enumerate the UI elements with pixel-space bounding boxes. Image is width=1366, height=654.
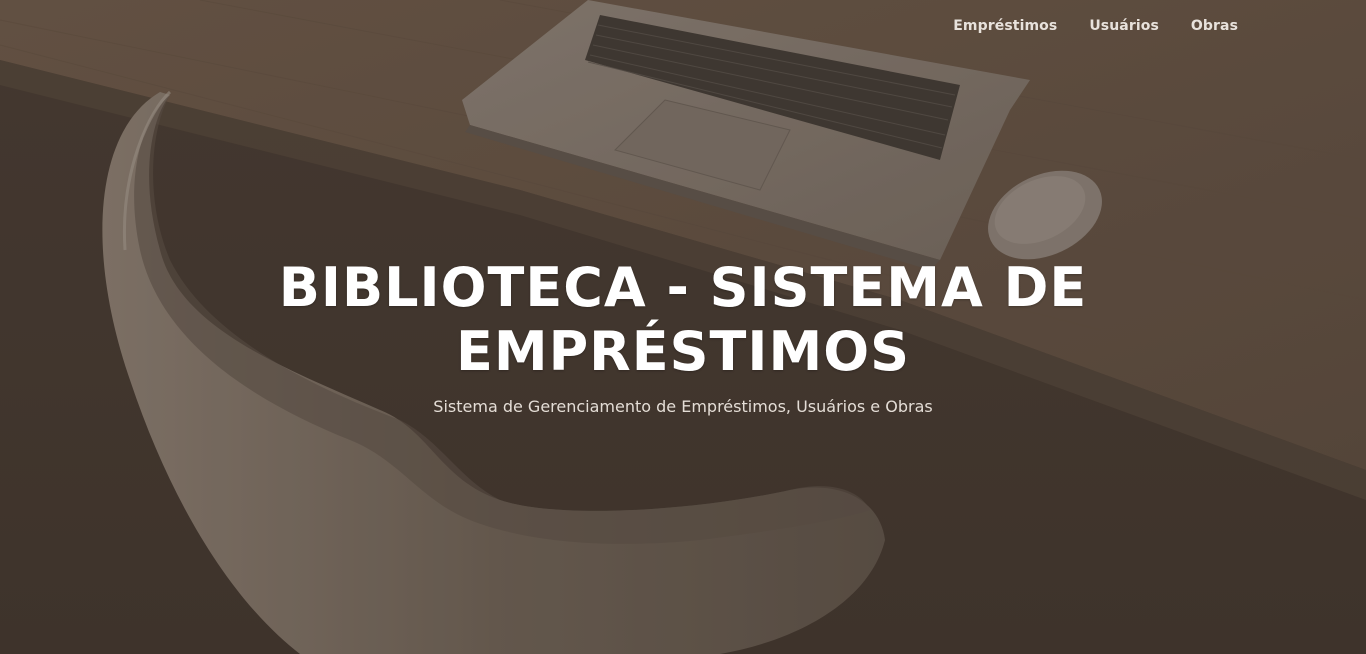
hero-subtitle: Sistema de Gerenciamento de Empréstimos,… [433,397,933,416]
nav-usuarios-link[interactable]: Usuários [1089,16,1159,36]
top-nav: Empréstimos Usuários Obras [953,16,1238,36]
hero-text: BIBLIOTECA - SISTEMA DE EMPRÉSTIMOS Sist… [0,256,1366,418]
nav-obras-link[interactable]: Obras [1191,16,1238,36]
hero-title: BIBLIOTECA - SISTEMA DE EMPRÉSTIMOS [278,256,1088,383]
hero-section: Empréstimos Usuários Obras BIBLIOTECA - … [0,0,1366,654]
nav-emprestimos-link[interactable]: Empréstimos [953,16,1057,36]
